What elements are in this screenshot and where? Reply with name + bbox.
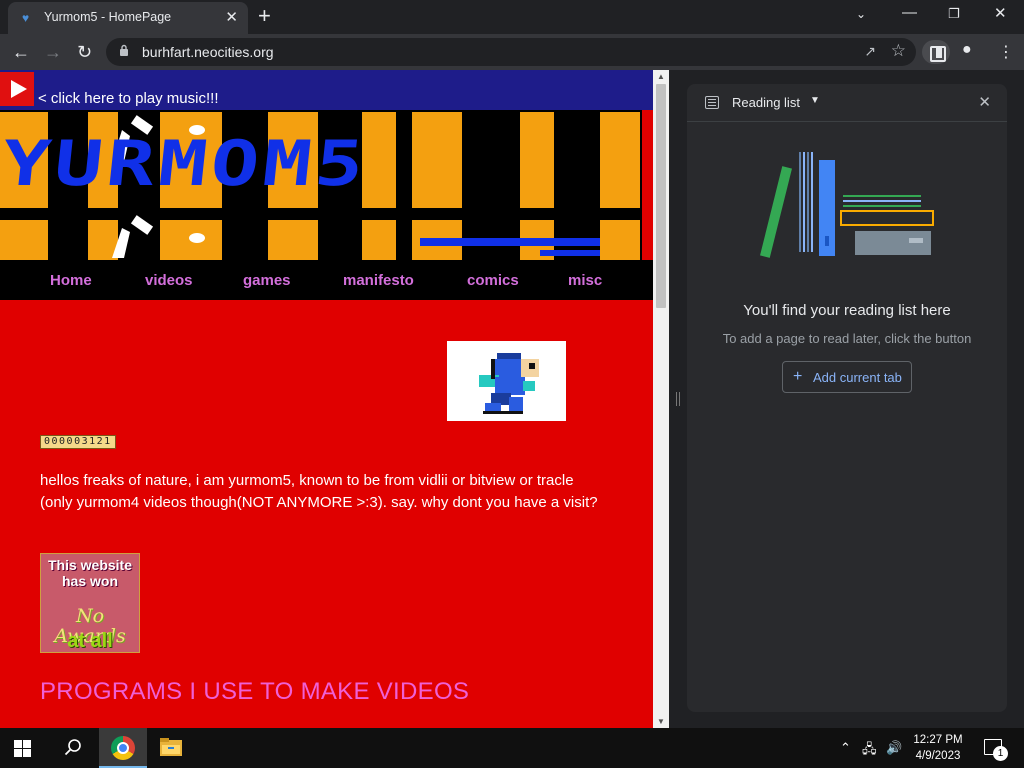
nav-misc[interactable]: misc	[568, 272, 602, 289]
network-icon[interactable]: 🖧	[862, 740, 877, 762]
intro-text: hellos freaks of nature, i am yurmom5, k…	[40, 472, 598, 511]
empty-state-subtitle: To add a page to read later, click the b…	[722, 331, 972, 346]
award-line-3: at all	[67, 630, 113, 652]
bookmark-star-icon[interactable]: ☆	[891, 41, 906, 61]
dropdown-arrow-icon[interactable]: ▼	[810, 95, 820, 106]
resize-grip-icon	[676, 392, 680, 406]
running-sprite-image	[447, 341, 566, 421]
clock-date: 4/9/2023	[915, 750, 961, 762]
scrollbar-thumb[interactable]	[656, 84, 666, 308]
tab-close-icon[interactable]: ✕	[225, 8, 238, 26]
reading-list-header: Reading list ▼ ✕	[687, 84, 1007, 122]
empty-state-title: You'll find your reading list here	[743, 302, 951, 319]
tab-title: Yurmom5 - HomePage	[44, 10, 172, 24]
forward-button[interactable]: →	[44, 40, 62, 64]
reading-list-panel: Reading list ▼ ✕ You'll find your readin…	[687, 84, 1007, 712]
clock-time: 12:27 PM	[913, 734, 963, 746]
award-line-1: This website has won	[47, 557, 133, 589]
reading-list-icon	[705, 96, 719, 109]
nav-games[interactable]: games	[243, 272, 291, 289]
title-bar: ♥ Yurmom5 - HomePage ✕ + ⌄ — ❐ ✕	[0, 0, 1024, 34]
close-window-icon[interactable]: ✕	[994, 4, 1007, 22]
nav-manifesto[interactable]: manifesto	[343, 272, 414, 289]
side-panel-resize-handle[interactable]	[669, 70, 687, 728]
programs-heading: PROGRAMS I USE TO MAKE VIDEOS	[40, 678, 470, 705]
side-panel-button[interactable]	[922, 40, 950, 64]
no-awards-badge: This website has won No Awards at all	[40, 553, 140, 653]
search-icon[interactable]	[64, 738, 82, 756]
browser-tab[interactable]: ♥ Yurmom5 - HomePage ✕	[8, 2, 248, 34]
visitor-counter: 000003121	[40, 435, 116, 449]
plus-icon: +	[793, 368, 803, 385]
address-bar[interactable]: burhfart.neocities.org ↗ ☆	[106, 38, 916, 66]
url-text: burhfart.neocities.org	[142, 44, 274, 60]
profile-icon[interactable]: ●	[962, 41, 972, 59]
back-button[interactable]: ←	[12, 40, 30, 64]
browser-toolbar: ← → ↻ burhfart.neocities.org ↗ ☆ ● ⋮	[0, 34, 1024, 70]
reading-list-illustration	[760, 152, 934, 258]
file-explorer-icon[interactable]	[160, 738, 182, 756]
menu-kebab-icon[interactable]: ⋮	[998, 42, 1014, 62]
nav-videos[interactable]: videos	[145, 272, 193, 289]
restore-icon[interactable]: ❐	[948, 6, 960, 22]
page-scrollbar[interactable]: ▲ ▼	[653, 70, 669, 728]
tab-search-icon[interactable]: ⌄	[856, 7, 866, 21]
play-music-icon[interactable]	[0, 72, 34, 106]
banner-title: YURMOM5	[0, 127, 371, 200]
nav-comics[interactable]: comics	[467, 272, 519, 289]
tray-chevron-up-icon[interactable]: ⌃	[840, 740, 851, 756]
lock-icon	[120, 44, 128, 56]
add-current-tab-button[interactable]: + Add current tab	[782, 361, 912, 393]
page-viewport: < click here to play music!!! YURMOM5 Ho…	[0, 70, 653, 728]
scroll-up-icon[interactable]: ▲	[657, 72, 665, 81]
windows-start-icon[interactable]	[14, 740, 32, 757]
minimize-icon[interactable]: —	[902, 4, 917, 21]
new-tab-button[interactable]: +	[258, 4, 271, 28]
chrome-taskbar-button[interactable]	[99, 728, 147, 768]
nav-home[interactable]: Home	[50, 272, 92, 289]
music-bar: < click here to play music!!!	[0, 70, 653, 110]
reload-button[interactable]: ↻	[77, 40, 92, 64]
notification-count-badge: 1	[993, 746, 1008, 761]
reading-list-title[interactable]: Reading list	[732, 95, 800, 110]
share-icon[interactable]: ↗	[864, 43, 876, 60]
scroll-down-icon[interactable]: ▼	[657, 717, 665, 726]
volume-icon[interactable]: 🔊	[886, 740, 902, 756]
system-clock[interactable]: 12:27 PM 4/9/2023	[906, 732, 970, 764]
site-nav: Home videos games manifesto comics misc	[0, 260, 653, 300]
site-favicon-icon: ♥	[22, 11, 30, 25]
panel-close-icon[interactable]: ✕	[978, 93, 991, 111]
site-banner: YURMOM5	[0, 110, 642, 260]
play-music-link[interactable]: < click here to play music!!!	[38, 90, 218, 107]
windows-taskbar: ⌃ 🖧 🔊 12:27 PM 4/9/2023 1	[0, 728, 1024, 768]
chrome-icon	[111, 736, 135, 760]
add-current-tab-label: Add current tab	[813, 370, 902, 385]
